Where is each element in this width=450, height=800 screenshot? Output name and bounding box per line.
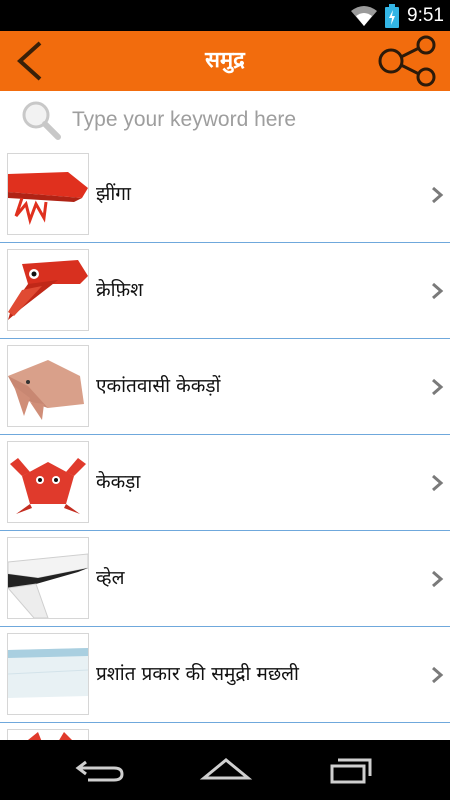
item-label: झींगा [96, 183, 131, 205]
battery-charging-icon [385, 3, 400, 28]
wifi-icon [351, 5, 378, 26]
item-thumbnail [7, 345, 89, 427]
share-icon [378, 35, 436, 87]
list-item-partial[interactable] [0, 723, 450, 740]
item-thumbnail [7, 441, 89, 523]
share-button[interactable] [376, 35, 442, 87]
item-thumbnail [7, 249, 89, 331]
chevron-right-icon [432, 570, 444, 588]
item-list: झींगा क्रेफ़िश एकांतवासी केकड़ों केकड़ा … [0, 147, 450, 740]
chevron-right-icon [432, 378, 444, 396]
navigation-bar [0, 740, 450, 800]
crab-origami-image [8, 730, 88, 740]
list-item[interactable]: झींगा [0, 147, 450, 243]
whale-origami-image [8, 538, 88, 618]
shrimp-origami-image [8, 154, 88, 234]
hermit-crab-origami-image [8, 346, 88, 426]
magnifier-icon [22, 101, 61, 140]
item-label: एकांतवासी केकड़ों [96, 375, 221, 397]
chevron-right-icon [432, 186, 444, 204]
search-bar [0, 91, 450, 147]
nav-recents-icon [330, 758, 372, 784]
crayfish-origami-image [8, 250, 88, 330]
nav-back-button[interactable] [70, 754, 130, 786]
list-item[interactable]: क्रेफ़िश [0, 243, 450, 339]
item-thumbnail [7, 537, 89, 619]
list-item[interactable]: व्हेल [0, 531, 450, 627]
list-item[interactable]: एकांतवासी केकड़ों [0, 339, 450, 435]
list-item[interactable]: प्रशांत प्रकार की समुद्री मछली [0, 627, 450, 723]
item-thumbnail [7, 153, 89, 235]
app-bar: समुद्र [0, 31, 450, 91]
search-input[interactable] [70, 101, 434, 139]
chevron-right-icon [432, 666, 444, 684]
status-bar: 9:51 [0, 0, 450, 31]
crab-origami-image [8, 442, 88, 522]
item-thumbnail [7, 633, 89, 715]
status-time: 9:51 [407, 4, 444, 26]
item-label: क्रेफ़िश [96, 279, 144, 301]
chevron-right-icon [432, 282, 444, 300]
nav-recents-button[interactable] [322, 754, 382, 786]
nav-back-icon [75, 760, 124, 782]
item-label: प्रशांत प्रकार की समुद्री मछली [96, 663, 299, 685]
item-label: केकड़ा [96, 471, 141, 493]
nav-home-button[interactable] [196, 754, 256, 786]
item-label: व्हेल [96, 567, 125, 589]
status-icons: 9:51 [351, 3, 444, 28]
list-item[interactable]: केकड़ा [0, 435, 450, 531]
back-arrow-icon [17, 41, 42, 81]
pacific-fish-origami-image [8, 634, 88, 714]
chevron-right-icon [432, 474, 444, 492]
item-thumbnail [7, 729, 89, 740]
nav-home-icon [199, 758, 253, 780]
back-button[interactable] [10, 39, 54, 83]
